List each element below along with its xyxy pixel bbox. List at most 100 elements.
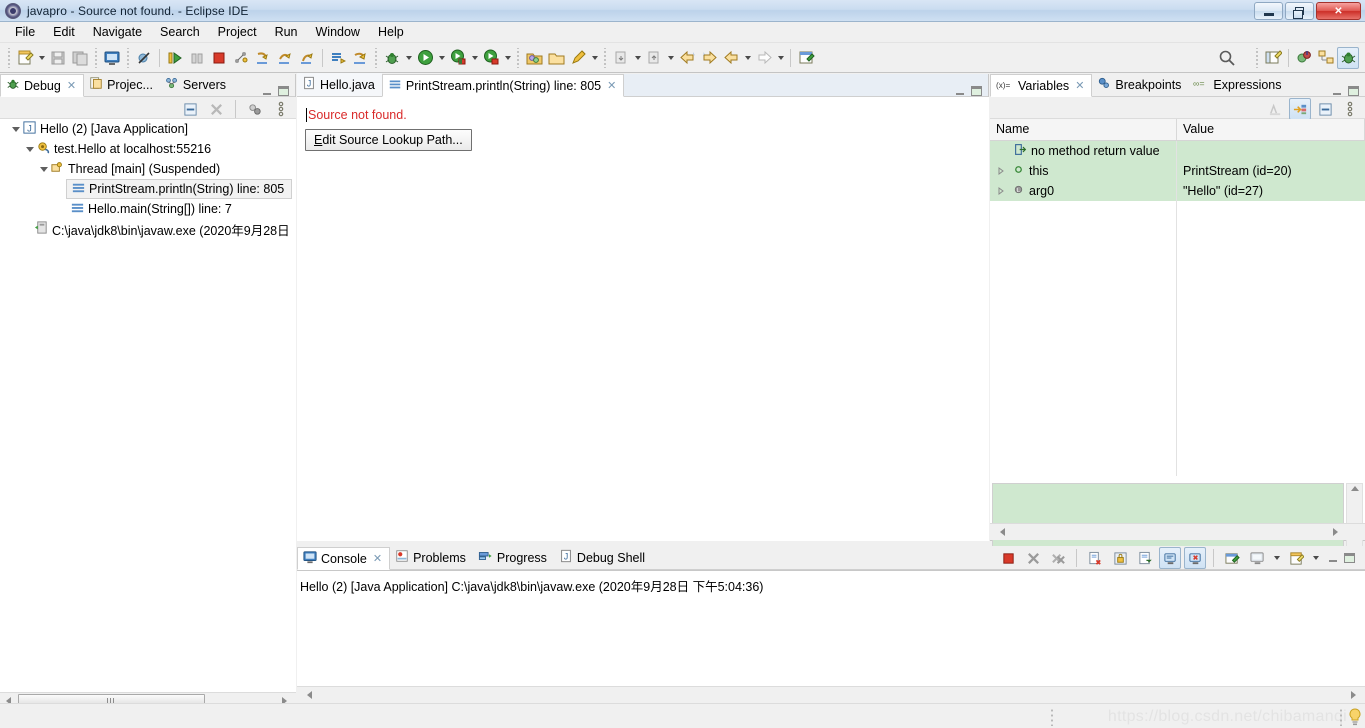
display-selected-console-icon[interactable] — [1246, 547, 1268, 569]
menu-window[interactable]: Window — [307, 23, 369, 41]
forward-history-arrow[interactable] — [775, 47, 786, 69]
variables-row[interactable]: no method return value — [990, 141, 1365, 161]
tab-problems[interactable]: Problems — [390, 546, 473, 569]
debug-tree[interactable]: J Hello (2) [Java Application] test.Hell… — [0, 119, 296, 728]
console-icon[interactable] — [101, 47, 123, 69]
menu-file[interactable]: File — [6, 23, 44, 41]
tab-printstream-frame[interactable]: PrintStream.println(String) line: 805 ✕ — [381, 74, 625, 97]
edit-source-lookup-path-button[interactable]: Edit Source Lookup Path... — [305, 129, 472, 151]
tab-variables[interactable]: (x)= Variables ✕ — [990, 74, 1093, 97]
scroll-left-arrow[interactable] — [301, 687, 317, 703]
tab-debug[interactable]: Debug ✕ — [0, 74, 85, 97]
twisty-icon[interactable] — [994, 184, 1008, 198]
tab-hello-java[interactable]: J Hello.java — [297, 73, 382, 96]
search-icon[interactable] — [1216, 47, 1238, 69]
toolbar-grip[interactable] — [603, 47, 607, 68]
minimize-view-icon[interactable] — [1332, 87, 1342, 96]
minimize-view-icon[interactable] — [1328, 554, 1338, 563]
scroll-up-arrow[interactable] — [1351, 486, 1359, 491]
maximize-editor-icon[interactable] — [971, 86, 982, 96]
search-dropdown-arrow[interactable] — [589, 47, 600, 69]
maximize-view-icon[interactable] — [1344, 553, 1355, 563]
tree-row-process[interactable]: C:\java\jdk8\bin\javaw.exe (2020年9月28日 — [0, 219, 296, 239]
java-ee-perspective-icon[interactable] — [1315, 47, 1337, 69]
quick-access-icon[interactable] — [567, 47, 589, 69]
menu-help[interactable]: Help — [369, 23, 413, 41]
back-icon[interactable] — [676, 47, 698, 69]
restore-button[interactable] — [1285, 2, 1314, 20]
close-icon[interactable]: ✕ — [67, 79, 76, 92]
tab-console[interactable]: Console ✕ — [297, 547, 391, 570]
coverage-dropdown-arrow[interactable] — [469, 47, 480, 69]
toolbar-grip[interactable] — [126, 47, 130, 68]
view-menu-icon[interactable] — [1339, 98, 1361, 120]
next-annotation-icon[interactable] — [610, 47, 632, 69]
maximize-view-icon[interactable] — [278, 86, 289, 96]
status-grip[interactable] — [1339, 708, 1343, 726]
run-icon[interactable] — [414, 47, 436, 69]
coverage-icon[interactable] — [447, 47, 469, 69]
show-console-on-output-icon[interactable] — [1159, 547, 1181, 569]
close-button[interactable]: ✕ — [1316, 2, 1361, 20]
view-menu-icon[interactable] — [270, 98, 292, 120]
scroll-right-arrow[interactable] — [1327, 524, 1343, 540]
status-grip[interactable] — [1050, 708, 1054, 726]
new-dropdown-arrow[interactable] — [36, 47, 47, 69]
remove-launch-icon[interactable] — [1022, 547, 1044, 569]
toolbar-grip[interactable] — [7, 47, 11, 68]
column-header-name[interactable]: Name — [990, 119, 1177, 140]
word-wrap-icon[interactable] — [1134, 547, 1156, 569]
skip-all-breakpoints-icon[interactable] — [133, 47, 155, 69]
tab-progress[interactable]: Progress — [473, 546, 554, 569]
console-body[interactable]: Hello (2) [Java Application] C:\java\jdk… — [297, 570, 1365, 696]
toolbar-grip[interactable] — [516, 47, 520, 68]
display-console-arrow[interactable] — [1271, 547, 1282, 569]
collapse-all-variables-icon[interactable] — [1289, 98, 1311, 120]
show-logical-structure-icon[interactable] — [1264, 98, 1286, 120]
menu-project[interactable]: Project — [209, 23, 266, 41]
lightbulb-icon[interactable] — [1347, 708, 1363, 728]
menu-run[interactable]: Run — [266, 23, 307, 41]
debug-dropdown-arrow[interactable] — [403, 47, 414, 69]
last-edit-location-icon[interactable] — [720, 47, 742, 69]
close-icon[interactable]: ✕ — [1075, 79, 1084, 92]
toolbar-grip[interactable] — [94, 47, 98, 68]
previous-annotation-icon[interactable] — [643, 47, 665, 69]
suspend-icon[interactable] — [186, 47, 208, 69]
close-icon[interactable]: ✕ — [373, 552, 382, 565]
twisty-icon[interactable] — [38, 159, 50, 179]
instruction-stepping-icon[interactable] — [327, 47, 349, 69]
debug-icon[interactable] — [381, 47, 403, 69]
twisty-icon[interactable] — [994, 164, 1008, 178]
show-console-on-error-icon[interactable] — [1184, 547, 1206, 569]
disconnect-icon[interactable] — [230, 47, 252, 69]
remove-terminated-icon[interactable] — [205, 98, 227, 120]
tab-expressions[interactable]: ∞= Expressions — [1188, 73, 1288, 96]
pin-console-icon[interactable] — [1221, 547, 1243, 569]
twisty-icon[interactable] — [10, 119, 22, 139]
save-icon[interactable] — [47, 47, 69, 69]
close-icon[interactable]: ✕ — [607, 79, 616, 92]
save-all-icon[interactable] — [69, 47, 91, 69]
next-annotation-arrow[interactable] — [632, 47, 643, 69]
collapse-all-icon[interactable] — [179, 98, 201, 120]
open-perspective-icon[interactable] — [1262, 47, 1284, 69]
debug-perspective-icon[interactable] — [1337, 46, 1359, 69]
scroll-left-arrow[interactable] — [994, 524, 1010, 540]
new-icon[interactable] — [14, 47, 36, 69]
tab-servers[interactable]: Servers — [160, 73, 233, 96]
tab-debug-shell[interactable]: J Debug Shell — [554, 546, 652, 569]
tree-row-thread[interactable]: Thread [main] (Suspended) — [0, 159, 296, 179]
previous-annotation-arrow[interactable] — [665, 47, 676, 69]
terminate-icon[interactable] — [208, 47, 230, 69]
step-return-icon[interactable] — [296, 47, 318, 69]
tree-row-debug-target[interactable]: test.Hello at localhost:55216 — [0, 139, 296, 159]
open-console-icon[interactable] — [1285, 547, 1307, 569]
tab-project-explorer[interactable]: Projec... — [84, 73, 160, 96]
variables-row[interactable]: this PrintStream (id=20) — [990, 161, 1365, 181]
maximize-view-icon[interactable] — [1348, 86, 1359, 96]
tree-row-launch[interactable]: J Hello (2) [Java Application] — [0, 119, 296, 139]
collapse-all-icon[interactable] — [1314, 98, 1336, 120]
minimize-editor-icon[interactable] — [955, 87, 965, 96]
open-type-icon[interactable] — [545, 47, 567, 69]
